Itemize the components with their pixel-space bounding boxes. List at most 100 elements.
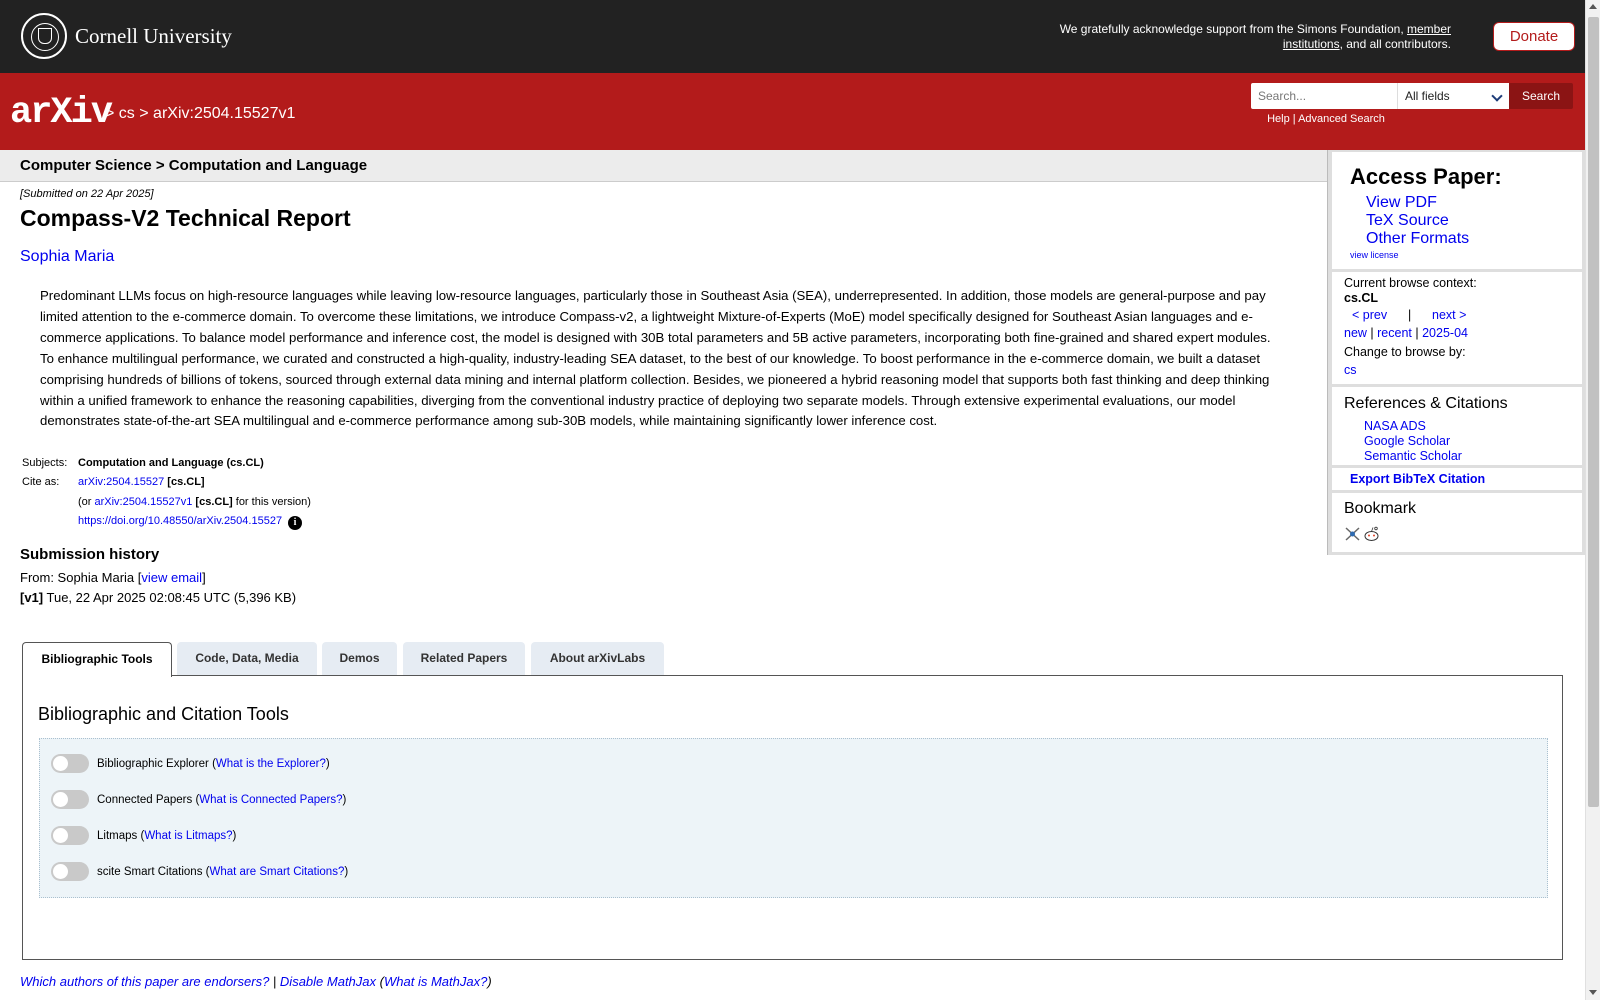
browse-links: new | recent | 2025-04 (1344, 326, 1468, 340)
cite-value: arXiv:2504.15527 [cs.CL] (78, 476, 205, 488)
access-paper-title: Access Paper: (1350, 164, 1502, 189)
cornell-name: Cornell University (75, 23, 232, 48)
tab-bibliographic-tools[interactable]: Bibliographic Tools (22, 642, 172, 677)
subjects-value: Computation and Language (cs.CL) (78, 457, 264, 469)
view-email-link[interactable]: view email (141, 570, 202, 585)
breadcrumb: > cs > arXiv:2504.15527v1 (105, 105, 295, 123)
cornell-banner: Cornell University We gratefully acknowl… (0, 0, 1585, 73)
other-formats-link[interactable]: Other Formats (1366, 230, 1469, 248)
advanced-search-link[interactable]: Advanced Search (1298, 113, 1385, 125)
search-button[interactable]: Search (1509, 83, 1573, 109)
export-box: Export BibTeX Citation (1332, 468, 1582, 490)
tex-source-link[interactable]: TeX Source (1366, 212, 1449, 230)
submission-history-heading: Submission history (20, 546, 160, 563)
nav-separator: | (1407, 308, 1412, 322)
export-bibtex-link[interactable]: Export BibTeX Citation (1350, 472, 1485, 486)
bibsonomy-icon[interactable] (1344, 526, 1361, 542)
browse-context-value: cs.CL (1344, 291, 1379, 305)
semantic-scholar-link[interactable]: Semantic Scholar (1364, 449, 1462, 463)
tab-about-arxivlabs[interactable]: About arXivLabs (531, 642, 664, 675)
support-suffix: , and all contributors. (1339, 37, 1451, 51)
cite-version-link[interactable]: arXiv:2504.15527v1 (95, 496, 193, 508)
tab-code-data-media[interactable]: Code, Data, Media (177, 642, 317, 675)
donate-button[interactable]: Donate (1493, 22, 1575, 51)
reddit-icon[interactable] (1363, 526, 1380, 542)
page-scrollbar[interactable] (1585, 0, 1600, 1000)
references-title: References & Citations (1344, 395, 1508, 412)
tool-help-link[interactable]: What are Smart Citations? (209, 866, 344, 878)
link-separator: | (1292, 113, 1296, 125)
browse-context-label: Current browse context: (1344, 276, 1477, 290)
month-link[interactable]: 2025-04 (1422, 326, 1468, 340)
cite-id-link[interactable]: arXiv:2504.15527 (78, 476, 164, 488)
doi-link[interactable]: https://doi.org/10.48550/arXiv.2504.1552… (78, 515, 282, 527)
scroll-thumb[interactable] (1588, 17, 1599, 807)
tab-demos[interactable]: Demos (322, 642, 397, 675)
prev-next-nav: < prev | next > (1352, 308, 1466, 322)
scroll-up-icon[interactable] (1589, 4, 1597, 9)
abstract: Predominant LLMs focus on high-resource … (40, 288, 1271, 429)
tool-name: Litmaps (97, 829, 138, 842)
prev-link[interactable]: < prev (1352, 308, 1387, 322)
recent-link[interactable]: recent (1377, 326, 1412, 340)
endorsers-link[interactable]: Which authors of this paper are endorser… (20, 974, 269, 989)
tool-help-link[interactable]: What is Litmaps? (144, 830, 232, 842)
mathjax-help-link[interactable]: What is MathJax? (384, 974, 487, 989)
version-tag: [v1] (20, 590, 44, 605)
cornell-seal-icon (21, 13, 67, 59)
tool-help-link[interactable]: What is Connected Papers? (199, 794, 342, 806)
access-paper-box: Access Paper: View PDF TeX Source Other … (1332, 152, 1582, 269)
cornell-logo[interactable]: Cornell University (21, 13, 232, 59)
tool-row-scite: scite Smart Citations (What are Smart Ci… (51, 862, 348, 881)
breadcrumb-separator: > (105, 105, 115, 122)
google-scholar-link[interactable]: Google Scholar (1364, 434, 1450, 448)
bookmark-box: Bookmark (1332, 493, 1582, 552)
info-icon[interactable]: i (288, 516, 303, 530)
view-license-link[interactable]: view license (1350, 250, 1399, 260)
new-link[interactable]: new (1344, 326, 1367, 340)
nasa-ads-link[interactable]: NASA ADS (1364, 419, 1426, 433)
references-box: References & Citations NASA ADS Google S… (1332, 387, 1582, 465)
tool-help-link[interactable]: What is the Explorer? (216, 758, 326, 770)
arxiv-logo[interactable]: arXiv (10, 92, 113, 134)
tool-name: Connected Papers (97, 793, 193, 806)
arxiv-header: arXiv > cs > arXiv:2504.15527v1 Search..… (0, 73, 1585, 150)
subject-header: Computer Science > Computation and Langu… (0, 150, 1327, 182)
breadcrumb-cs[interactable]: cs (119, 105, 135, 122)
subjects-label: Subjects: (22, 457, 68, 469)
support-prefix: We gratefully acknowledge support from t… (1059, 22, 1407, 36)
tool-name: Bibliographic Explorer (97, 757, 209, 770)
cite-category: [cs.CL] (167, 476, 205, 488)
subject-breadcrumb: Computer Science > Computation and Langu… (20, 157, 368, 174)
disable-mathjax-link[interactable]: Disable MathJax (280, 974, 376, 989)
version-details: Tue, 22 Apr 2025 02:08:45 UTC (5,396 KB) (43, 590, 297, 605)
right-sidebar: Access Paper: View PDF TeX Source Other … (1327, 150, 1585, 555)
author-link[interactable]: Sophia Maria (20, 248, 114, 266)
help-link[interactable]: Help (1267, 113, 1290, 125)
cite-version-suffix: for this version) (232, 496, 311, 508)
tab-related-papers[interactable]: Related Papers (403, 642, 525, 675)
cite-version-value: (or arXiv:2504.15527v1 [cs.CL] for this … (78, 496, 311, 508)
toggle-switch[interactable] (51, 862, 89, 881)
next-link[interactable]: next > (1432, 308, 1466, 322)
view-pdf-link[interactable]: View PDF (1366, 194, 1437, 212)
cite-version-category: [cs.CL] (195, 496, 233, 508)
tool-row-explorer: Bibliographic Explorer (What is the Expl… (51, 754, 330, 773)
browse-context-box: Current browse context: cs.CL < prev | n… (1332, 272, 1582, 384)
toggle-switch[interactable] (51, 790, 89, 809)
footer-links: Which authors of this paper are endorser… (20, 974, 492, 989)
bookmark-title: Bookmark (1344, 500, 1417, 517)
tool-name: scite Smart Citations (97, 865, 203, 878)
scroll-down-icon[interactable] (1589, 990, 1597, 995)
footer-separator: | (269, 974, 280, 989)
toggle-switch[interactable] (51, 826, 89, 845)
chevron-down-icon (1491, 90, 1503, 102)
search-field-value: All fields (1405, 89, 1450, 103)
cite-or-text: (or (78, 496, 95, 508)
search-field-select[interactable]: All fields (1397, 83, 1509, 109)
search-input[interactable]: Search... (1251, 83, 1397, 109)
submission-from: From: Sophia Maria [view email] (20, 570, 206, 585)
browse-cs-link[interactable]: cs (1344, 363, 1357, 377)
toggle-switch[interactable] (51, 754, 89, 773)
breadcrumb-paper-id: arXiv:2504.15527v1 (153, 105, 296, 122)
